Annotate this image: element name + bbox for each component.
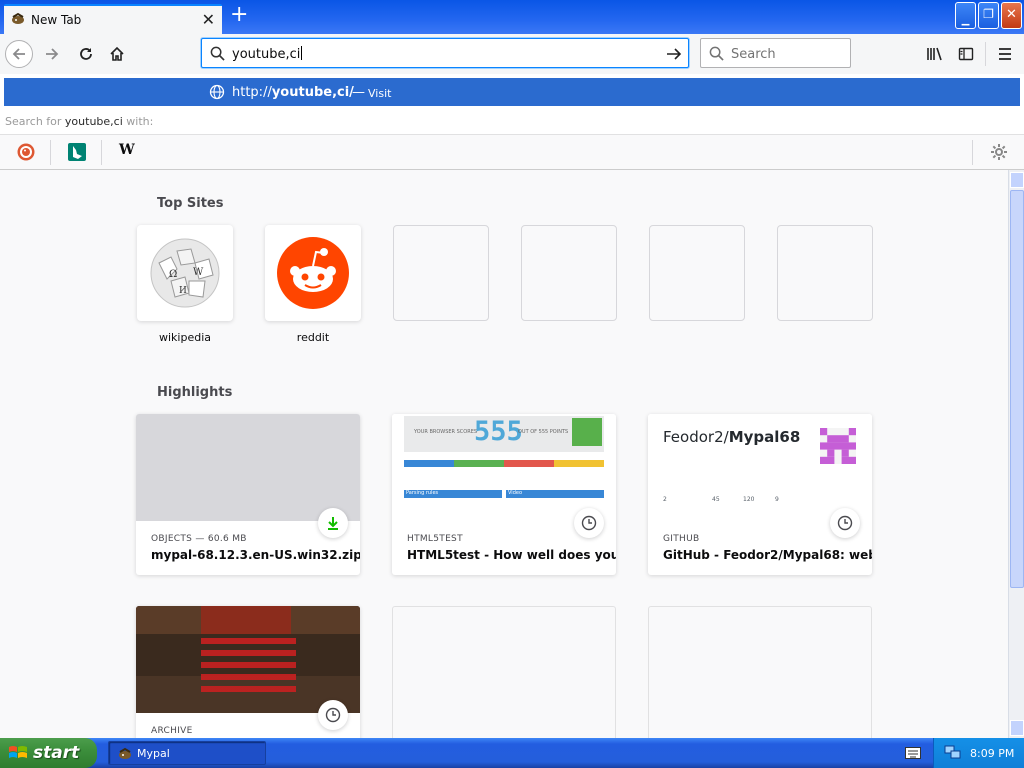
highlight-card[interactable]: OBJECTS — 60.6 MB mypal-68.12.3.en-US.wi…: [136, 414, 360, 575]
tab-new-tab[interactable]: New Tab ✕: [4, 4, 222, 34]
duckduckgo-icon[interactable]: [16, 142, 36, 162]
home-icon: [110, 46, 124, 61]
scroll-up-button[interactable]: [1010, 172, 1024, 188]
download-icon: [318, 508, 348, 538]
forward-button[interactable]: [38, 40, 66, 68]
new-tab-button[interactable]: +: [230, 4, 248, 26]
autocomplete-visit-row[interactable]: http://youtube,ci/ — Visit: [4, 78, 1020, 106]
close-tab-icon[interactable]: ✕: [202, 10, 215, 29]
highlights-title: Highlights: [157, 385, 233, 400]
scroll-thumb[interactable]: [1010, 190, 1024, 588]
keyboard-icon[interactable]: [905, 747, 921, 759]
mypal-icon: [119, 747, 131, 759]
url-input: youtube,ci: [232, 46, 303, 62]
menu-button[interactable]: [991, 40, 1019, 68]
search-settings-button[interactable]: [989, 142, 1009, 162]
search-bar[interactable]: Search: [700, 38, 851, 68]
navigation-toolbar: youtube,ci Search: [0, 34, 1024, 74]
search-for-with-label: Search for youtube,ci with:: [5, 115, 154, 128]
top-site-tile-empty[interactable]: [777, 225, 873, 321]
top-site-label: wikipedia: [158, 331, 211, 344]
top-site-tile-wikipedia[interactable]: Ω W И: [137, 225, 233, 321]
wikipedia-icon[interactable]: W: [119, 142, 139, 162]
go-arrow-icon[interactable]: [666, 46, 682, 62]
clock-icon: [830, 508, 860, 538]
card-thumbnail: YOUR BROWSER SCORES 555 OUT OF 555 POINT…: [392, 414, 616, 521]
card-thumbnail: Feodor2/Mypal68 2 45 120 9: [648, 414, 872, 521]
clock-icon: [318, 700, 348, 730]
tab-strip: New Tab ✕ + ▁ ❐ ✕: [0, 0, 1024, 34]
card-context: OBJECTS — 60.6 MB: [151, 534, 247, 544]
start-button[interactable]: start: [0, 738, 97, 768]
top-site-tile-empty[interactable]: [649, 225, 745, 321]
top-site-tile-empty[interactable]: [521, 225, 617, 321]
top-site-label: reddit: [296, 331, 330, 344]
one-off-search-engines: W: [0, 134, 1024, 169]
highlight-card[interactable]: Feodor2/Mypal68 2 45 120 9 GITHUB GitHub…: [648, 414, 872, 575]
forward-arrow-icon: [46, 48, 59, 60]
card-context: HTML5TEST: [407, 534, 463, 544]
reload-button[interactable]: [72, 40, 100, 68]
autocomplete-action: Visit: [368, 87, 392, 100]
reload-icon: [80, 48, 92, 60]
library-icon: [927, 47, 942, 61]
globe-icon: [209, 84, 225, 100]
top-sites-title: Top Sites: [157, 196, 224, 211]
taskbar-item-label: Mypal: [137, 747, 170, 760]
top-site-tile-empty[interactable]: [393, 225, 489, 321]
svg-text:И: И: [179, 286, 187, 296]
autocomplete-url: http://youtube,ci/: [232, 85, 354, 100]
clock-icon: [574, 508, 604, 538]
card-title: GitHub - Feodor2/Mypal68: web…: [663, 548, 872, 562]
card-context: GITHUB: [663, 534, 700, 544]
restore-button[interactable]: ❐: [978, 2, 999, 29]
autocomplete-separator: —: [352, 85, 365, 100]
minimize-button[interactable]: ▁: [955, 2, 976, 29]
close-window-button[interactable]: ✕: [1001, 2, 1022, 29]
card-title: mypal-68.12.3.en-US.win32.zip: [151, 548, 360, 562]
svg-text:Ω: Ω: [169, 269, 177, 280]
gear-icon: [991, 144, 1007, 160]
search-input[interactable]: Search: [731, 47, 776, 62]
search-icon: [709, 46, 724, 61]
taskbar-item-mypal[interactable]: Mypal: [108, 741, 266, 765]
new-tab-content: Top Sites Ω W И wikipedia reddit Highlig…: [0, 170, 1008, 767]
card-thumbnail: [136, 414, 360, 521]
bing-icon[interactable]: [67, 142, 87, 162]
reddit-logo-icon: [277, 237, 349, 309]
wikipedia-globe-icon: Ω W И: [150, 238, 220, 308]
card-title: HTML5test - How well does you…: [407, 548, 616, 562]
system-tray: 8:09 PM: [933, 738, 1024, 768]
top-site-tile-reddit[interactable]: [265, 225, 361, 321]
search-icon: [210, 46, 225, 61]
home-button[interactable]: [103, 40, 131, 68]
card-context: ARCHIVE: [151, 726, 193, 736]
network-icon[interactable]: [944, 745, 962, 761]
clock: 8:09 PM: [970, 747, 1015, 760]
mypal-icon: [12, 12, 24, 24]
hamburger-menu-icon: [999, 48, 1011, 60]
highlight-card[interactable]: YOUR BROWSER SCORES 555 OUT OF 555 POINT…: [392, 414, 616, 575]
sidebar-button[interactable]: [952, 40, 980, 68]
back-arrow-icon: [12, 48, 25, 60]
github-avatar-icon: [820, 428, 856, 464]
vertical-scrollbar[interactable]: [1008, 170, 1024, 738]
back-button[interactable]: [5, 40, 33, 68]
windows-logo-icon: [9, 746, 27, 758]
library-button[interactable]: [921, 40, 949, 68]
tab-title: New Tab: [31, 13, 82, 27]
autocomplete-popup: http://youtube,ci/ — Visit Search for yo…: [0, 74, 1024, 170]
sidebar-icon: [958, 47, 974, 61]
windows-taskbar: start Mypal 8:09 PM: [0, 738, 1024, 768]
svg-text:W: W: [193, 267, 204, 278]
start-label: start: [33, 743, 80, 763]
url-bar[interactable]: youtube,ci: [201, 38, 689, 68]
scroll-down-button[interactable]: [1010, 720, 1024, 736]
card-thumbnail: [136, 606, 360, 713]
